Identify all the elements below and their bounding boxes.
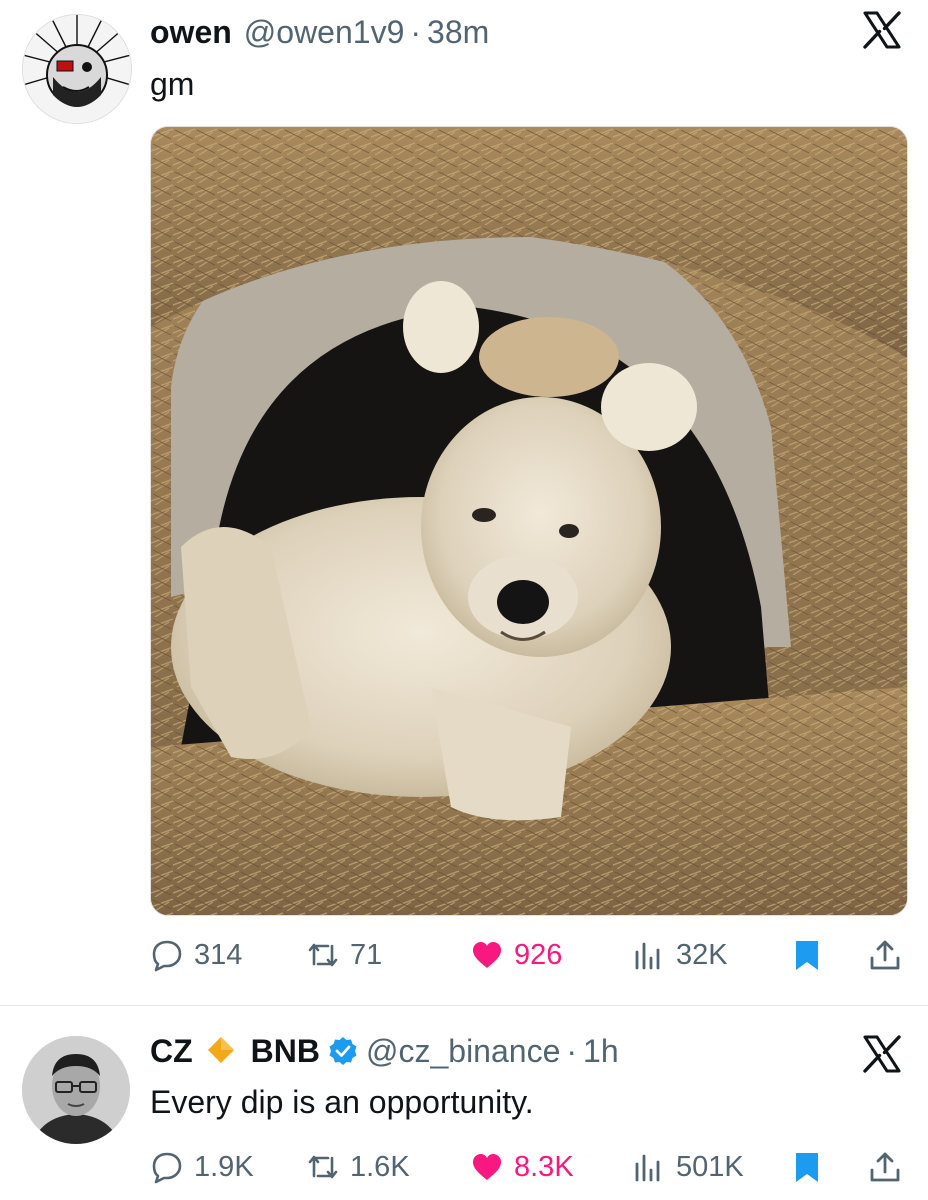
heart-icon bbox=[473, 942, 501, 968]
like-count: 926 bbox=[514, 938, 563, 971]
tweet-cz[interactable]: CZ BNB @cz_binance · 1h Every dip is an … bbox=[0, 1006, 928, 1200]
separator-dot: · bbox=[410, 14, 422, 50]
tweet-text: Every dip is an opportunity. bbox=[150, 1084, 534, 1120]
speech-bubble-icon bbox=[152, 940, 182, 972]
avatar-portrait bbox=[22, 1036, 130, 1144]
timestamp[interactable]: 38m bbox=[427, 14, 489, 51]
share-button[interactable] bbox=[868, 930, 902, 980]
views-button[interactable]: 32K bbox=[632, 930, 728, 980]
retweet-count: 1.6K bbox=[350, 1150, 410, 1183]
share-upload-icon bbox=[870, 940, 900, 970]
verified-badge-icon bbox=[329, 1037, 357, 1065]
retweet-arrows-icon bbox=[308, 943, 338, 967]
retweet-arrows-icon bbox=[308, 1155, 338, 1179]
bar-chart-icon bbox=[635, 942, 660, 970]
tweet-header: CZ BNB @cz_binance · 1h bbox=[150, 1032, 619, 1070]
avatar[interactable] bbox=[22, 1036, 130, 1144]
bear-cub-photo bbox=[151, 127, 907, 915]
views-count: 501K bbox=[676, 1150, 744, 1183]
separator-dot: · bbox=[566, 1033, 578, 1069]
retweet-button[interactable]: 1.6K bbox=[306, 1142, 410, 1192]
avatar-illustration bbox=[23, 15, 131, 123]
author-handle[interactable]: @cz_binance bbox=[366, 1033, 560, 1070]
tweet-owen[interactable]: owen @owen1v9 · 38m gm 314 71 926 32K bbox=[0, 0, 928, 1005]
share-button[interactable] bbox=[868, 1142, 902, 1192]
x-logo-icon bbox=[863, 1035, 901, 1073]
bookmark-button[interactable] bbox=[790, 1142, 824, 1192]
views-button[interactable]: 501K bbox=[632, 1142, 744, 1192]
avatar[interactable] bbox=[22, 14, 132, 124]
views-count: 32K bbox=[676, 938, 728, 971]
retweet-button[interactable]: 71 bbox=[306, 930, 382, 980]
tweet-actions: 314 71 926 32K bbox=[150, 930, 910, 980]
bookmark-button[interactable] bbox=[790, 930, 824, 980]
like-button[interactable]: 926 bbox=[470, 930, 562, 980]
tweet-text: gm bbox=[150, 66, 195, 102]
reply-count: 1.9K bbox=[194, 1150, 254, 1183]
reply-button[interactable]: 314 bbox=[150, 930, 242, 980]
author-handle[interactable]: @owen1v9 bbox=[244, 14, 405, 51]
share-upload-icon bbox=[870, 1152, 900, 1182]
speech-bubble-icon bbox=[152, 1152, 182, 1184]
author-name[interactable]: CZ bbox=[150, 1033, 193, 1070]
diamond-icon bbox=[207, 1037, 234, 1063]
like-button[interactable]: 8.3K bbox=[470, 1142, 574, 1192]
bookmark-icon bbox=[796, 941, 818, 970]
author-name-suffix[interactable]: BNB bbox=[251, 1033, 320, 1070]
tweet-photo[interactable] bbox=[150, 126, 908, 916]
like-count: 8.3K bbox=[514, 1150, 574, 1183]
tweet-actions: 1.9K 1.6K 8.3K 501K bbox=[150, 1142, 910, 1192]
x-logo-icon bbox=[863, 11, 901, 49]
timestamp[interactable]: 1h bbox=[583, 1033, 619, 1070]
author-name[interactable]: owen bbox=[150, 14, 232, 51]
tweet-header: owen @owen1v9 · 38m bbox=[150, 14, 489, 51]
reply-button[interactable]: 1.9K bbox=[150, 1142, 254, 1192]
reply-count: 314 bbox=[194, 938, 243, 971]
bookmark-icon bbox=[796, 1153, 818, 1182]
bar-chart-icon bbox=[635, 1154, 660, 1182]
heart-icon bbox=[473, 1154, 501, 1180]
retweet-count: 71 bbox=[350, 938, 383, 971]
